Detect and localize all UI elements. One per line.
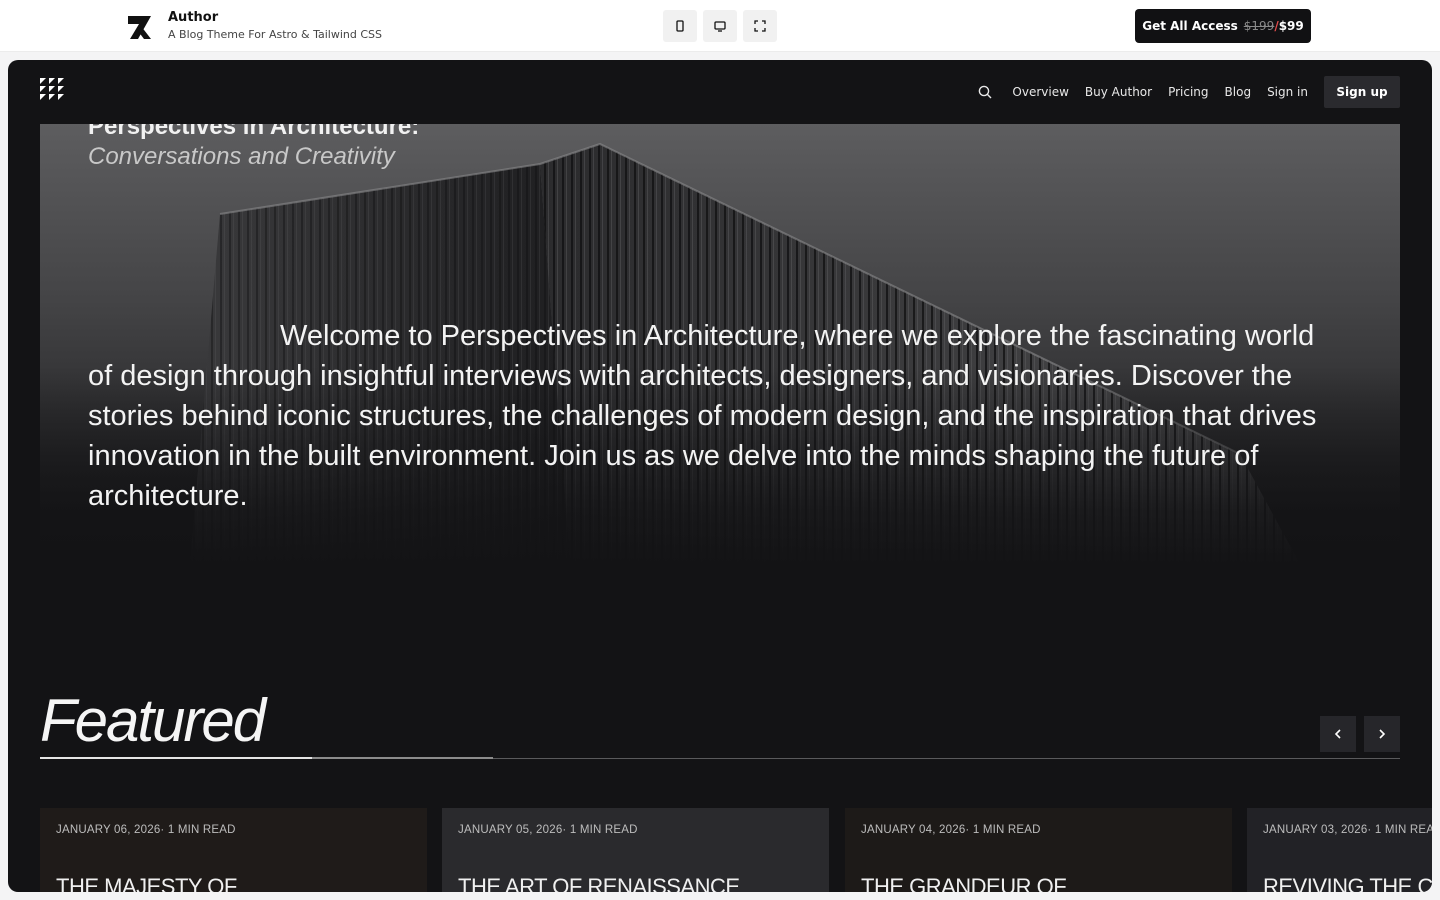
chevron-left-icon [1334,729,1341,739]
card-meta: JANUARY 03, 2026· 1 MIN READ [1263,824,1432,836]
featured-heading: Featured [40,687,266,754]
nav-link-overview[interactable]: Overview [1012,85,1069,99]
card-title: REVIVING THE C [1263,874,1432,892]
mobile-view-button[interactable] [663,10,697,42]
site-preview-frame: Perspectives in Architecture: Conversati… [8,60,1432,892]
site-logo-icon[interactable] [40,78,64,100]
card-title: THE GRANDEUR OF [861,874,1067,892]
mobile-icon [676,20,684,32]
card-title: THE ART OF RENAISSANCE [458,874,740,892]
nav-menu: Overview Buy Author Pricing Blog Sign in… [976,76,1400,108]
hero-subtitle: Conversations and Creativity [88,143,395,170]
chevron-right-icon [1379,729,1386,739]
access-price: $99 [1278,19,1304,33]
featured-card[interactable]: JANUARY 03, 2026· 1 MIN READ REVIVING TH… [1247,808,1432,892]
card-title: THE MAJESTY OF [56,874,237,892]
desktop-icon [714,21,726,32]
carousel-progress-bar [40,757,312,759]
search-button[interactable] [976,83,994,101]
carousel-progress-secondary [312,757,493,759]
get-all-access-button[interactable]: Get All Access $199/$99 [1135,9,1311,43]
access-old-price: $199 [1243,19,1275,33]
nav-link-sign-in[interactable]: Sign in [1267,85,1308,99]
author-logo-icon [128,16,151,39]
fullscreen-icon [754,20,766,32]
site-navbar: Overview Buy Author Pricing Blog Sign in… [8,60,1432,124]
card-meta: JANUARY 04, 2026· 1 MIN READ [861,824,1041,836]
card-meta: JANUARY 05, 2026· 1 MIN READ [458,824,638,836]
featured-card[interactable]: JANUARY 05, 2026· 1 MIN READ THE ART OF … [442,808,829,892]
viewport-toggles [663,10,777,42]
featured-card[interactable]: JANUARY 04, 2026· 1 MIN READ THE GRANDEU… [845,808,1232,892]
hero: Perspectives in Architecture: Conversati… [40,124,1400,564]
brand-name: Author [168,10,219,25]
carousel-prev-button[interactable] [1320,716,1356,752]
nav-link-buy-author[interactable]: Buy Author [1085,85,1152,99]
preview-topbar: Author A Blog Theme For Astro & Tailwind… [0,0,1440,52]
search-icon [979,85,992,99]
brand[interactable]: Author A Blog Theme For Astro & Tailwind… [126,10,382,44]
brand-tagline: A Blog Theme For Astro & Tailwind CSS [168,28,383,41]
carousel-next-button[interactable] [1364,716,1400,752]
fullscreen-button[interactable] [743,10,777,42]
card-meta: JANUARY 06, 2026· 1 MIN READ [56,824,236,836]
access-label: Get All Access [1142,19,1238,33]
sign-up-button[interactable]: Sign up [1324,76,1400,108]
hero-description: Welcome to Perspectives in Architecture,… [88,320,1317,512]
nav-link-pricing[interactable]: Pricing [1168,85,1208,99]
nav-link-blog[interactable]: Blog [1225,85,1252,99]
featured-card[interactable]: JANUARY 06, 2026· 1 MIN READ THE MAJESTY… [40,808,427,892]
desktop-view-button[interactable] [703,10,737,42]
